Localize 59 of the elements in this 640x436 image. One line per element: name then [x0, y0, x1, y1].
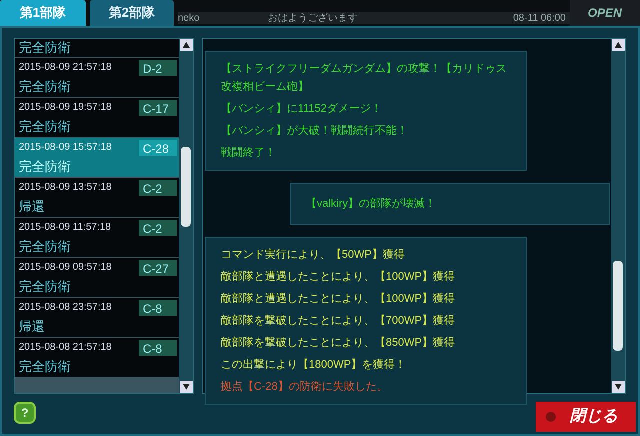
log-line: 【valkiry】の部隊が壊滅！ — [306, 196, 438, 212]
base-code: C-8 — [139, 300, 177, 316]
result-status: 完全防衛 — [18, 238, 72, 256]
chat-user: neko — [178, 12, 201, 26]
log-line: この出撃により【1800WP】を獲得！ — [221, 358, 408, 373]
history-item[interactable]: 2015-08-09 09:57:18 C-27 完全防衛 — [15, 258, 179, 297]
base-code: D-2 — [139, 60, 177, 76]
history-item[interactable]: 2015-08-08 23:57:18 C-8 帰還 — [15, 298, 179, 337]
history-item[interactable]: 2015-08-09 13:57:18 C-2 帰還 — [15, 178, 179, 217]
result-status: 完全防衛 — [18, 118, 72, 136]
scroll-thumb[interactable] — [613, 261, 623, 351]
date-time: 2015-08-09 11:57:18 — [19, 221, 112, 235]
history-item[interactable]: 2015-08-09 11:57:18 C-2 完全防衛 — [15, 218, 179, 257]
date-time: 2015-08-09 15:57:18 — [19, 141, 112, 155]
scrollbar[interactable] — [179, 39, 193, 393]
base-code: C-27 — [139, 260, 177, 276]
history-item[interactable]: 2015-08-08 21:57:18 C-8 完全防衛 — [15, 338, 179, 377]
base-code: C-2 — [139, 220, 177, 236]
scroll-down-icon[interactable] — [180, 381, 192, 393]
chat-time: 08-11 06:00 — [513, 12, 567, 26]
open-button[interactable]: OPEN — [570, 0, 640, 26]
log-line: 拠点【C-28】の防衛に失敗した。 — [221, 380, 389, 395]
base-code: C-2 — [139, 180, 177, 196]
date-time: 2015-08-09 21:57:18 — [19, 61, 112, 75]
date-time: 2015-08-09 09:57:18 — [19, 261, 112, 275]
log-line: コマンド実行により、【50WP】獲得 — [221, 248, 406, 263]
log-line: 敵部隊を撃破したことにより、【700WP】獲得 — [221, 314, 456, 329]
log-line: 敵部隊を撃破したことにより、【850WP】獲得 — [221, 336, 456, 351]
result-status: 完全防衛 — [18, 278, 72, 296]
scroll-down-icon[interactable] — [612, 381, 624, 393]
chat-message: おはようございます — [268, 12, 359, 26]
base-code: C-17 — [139, 100, 177, 116]
history-item[interactable]: 2015-08-09 21:57:18 D-2 完全防衛 — [15, 58, 179, 97]
log-line: 【バンシィ】に11152ダメージ！ — [221, 102, 383, 117]
result-status: 完全防衛 — [18, 358, 72, 376]
tab[interactable]: 第2部隊 — [90, 0, 174, 26]
scroll-up-icon[interactable] — [180, 39, 192, 51]
history-item[interactable]: 2015-08-09 19:57:18 C-17 完全防衛 — [15, 98, 179, 137]
base-code: C-28 — [139, 140, 177, 156]
date-time: 2015-08-09 13:57:18 — [19, 181, 112, 195]
result-status: 完全防衛 — [18, 78, 72, 96]
result-status: 帰還 — [18, 318, 46, 336]
log-line: 戦闘終了！ — [221, 146, 277, 161]
close-button[interactable]: 閉じる — [536, 402, 636, 432]
date-time: 2015-08-08 23:57:18 — [19, 301, 112, 315]
log-line: 【バンシィ】が大破！戦闘続行不能！ — [221, 124, 409, 139]
log-line: 敵部隊と遭遇したことにより、【100WP】獲得 — [221, 270, 456, 285]
scroll-up-icon[interactable] — [612, 39, 624, 51]
scrollbar[interactable] — [611, 39, 625, 393]
result-status: 完全防衛 — [18, 158, 72, 176]
result-status: 帰還 — [18, 198, 46, 216]
date-time: 2015-08-08 21:57:18 — [19, 341, 112, 355]
base-code: C-8 — [139, 340, 177, 356]
history-item[interactable]: 2015-08-09 15:57:18 C-28 完全防衛 — [15, 138, 179, 177]
log-line: 敵部隊と遭遇したことにより、【100WP】獲得 — [221, 292, 456, 307]
log-line: 【ストライクフリーダムガンダム】の攻撃！【カリドゥス改複相ビーム砲】 — [221, 62, 508, 95]
history-item[interactable]: 完全防衛 — [15, 39, 179, 57]
date-time: 2015-08-09 19:57:18 — [19, 101, 112, 115]
scroll-thumb[interactable] — [181, 147, 191, 227]
